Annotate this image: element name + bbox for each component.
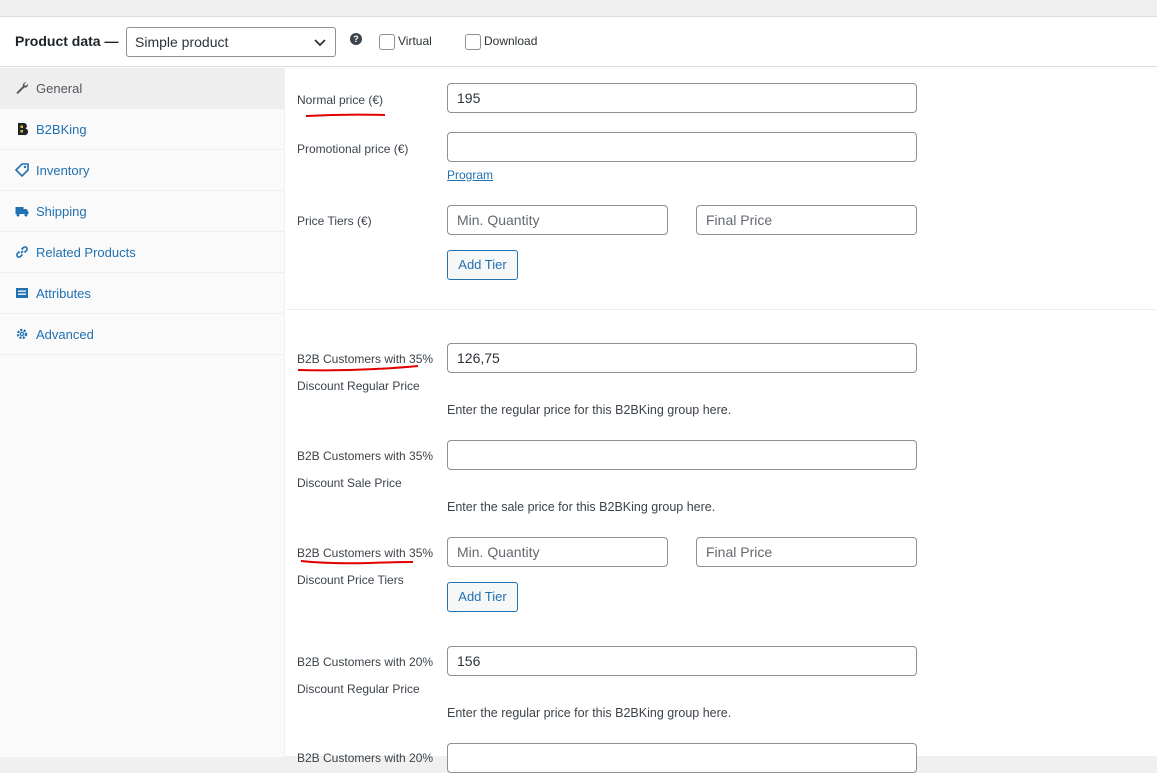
g35-regular-label-line2: Discount Regular Price	[297, 379, 420, 393]
add-tier-button[interactable]: Add Tier	[447, 250, 518, 280]
g35-tier-final-price-input[interactable]: Final Price	[696, 537, 917, 567]
tab-shipping-label: Shipping	[36, 204, 87, 219]
tab-attributes[interactable]: Attributes	[0, 273, 285, 314]
general-options: Normal price (€) 195 Promotional price (…	[286, 68, 1157, 773]
red-underline	[300, 560, 414, 565]
tier-final-price-input[interactable]: Final Price	[696, 205, 917, 235]
g35-sale-label-line2: Discount Sale Price	[297, 476, 402, 490]
tab-advanced-label: Advanced	[36, 327, 94, 342]
price-tiers-label: Price Tiers (€)	[297, 214, 372, 228]
product-type-select[interactable]: Simple product	[126, 27, 336, 57]
list-icon	[16, 288, 28, 298]
tab-general[interactable]: General	[0, 68, 285, 109]
min-quantity-placeholder: Min. Quantity	[457, 212, 540, 228]
g35-tier-min-quantity-input[interactable]: Min. Quantity	[447, 537, 668, 567]
virtual-label: Virtual	[398, 34, 432, 48]
schedule-link[interactable]: Program	[447, 168, 493, 182]
tab-shipping[interactable]: Shipping	[0, 191, 285, 232]
truck-icon	[15, 207, 29, 217]
g20-sale-label-line1: B2B Customers with 20%	[297, 751, 434, 765]
tab-advanced[interactable]: Advanced	[0, 314, 285, 355]
link-icon	[16, 246, 28, 258]
g35-regular-price-value: 126,75	[457, 350, 500, 366]
top-strip	[0, 0, 1157, 16]
tab-inventory-label: Inventory	[36, 163, 90, 178]
regular-price-help-2: Enter the regular price for this B2BKing…	[447, 706, 732, 720]
g35-sale-price-input[interactable]	[447, 440, 917, 470]
g35-sale-label-line1: B2B Customers with 35%	[297, 449, 434, 463]
normal-price-value: 195	[457, 90, 481, 106]
min-quantity-placeholder: Min. Quantity	[457, 544, 540, 560]
regular-price-help: Enter the regular price for this B2BKing…	[447, 403, 732, 417]
g35-add-tier-button[interactable]: Add Tier	[447, 582, 518, 612]
panel-title: Product data —	[15, 33, 119, 49]
tab-inventory[interactable]: Inventory	[0, 150, 285, 191]
product-data-header: Product data — Simple product ? Virtual …	[0, 17, 1157, 67]
final-price-placeholder: Final Price	[706, 212, 773, 228]
tab-general-label: General	[36, 81, 83, 96]
g20-regular-price-input[interactable]: 156	[447, 646, 917, 676]
g20-regular-label-line2: Discount Regular Price	[297, 682, 420, 696]
product-data-tabs: General B2BKing Inventory Shipping Relat…	[0, 68, 285, 757]
chevron-down-icon	[314, 39, 326, 47]
red-underline	[297, 365, 419, 372]
b2bking-icon	[18, 123, 29, 136]
g35-regular-label-line1: B2B Customers with 35%	[297, 352, 434, 366]
gear-icon	[16, 328, 28, 340]
red-underline	[305, 113, 386, 117]
product-type-value: Simple product	[135, 34, 229, 50]
tab-attributes-label: Attributes	[36, 286, 91, 301]
help-icon[interactable]: ?	[350, 33, 362, 45]
tab-b2bking-label: B2BKing	[36, 122, 87, 137]
g20-sale-price-input[interactable]	[447, 743, 917, 773]
tab-related-products[interactable]: Related Products	[0, 232, 285, 273]
promo-price-input[interactable]	[447, 132, 917, 162]
promo-price-label: Promotional price (€)	[297, 142, 409, 156]
g35-tiers-label-line2: Discount Price Tiers	[297, 573, 404, 587]
tab-b2bking[interactable]: B2BKing	[0, 109, 285, 150]
final-price-placeholder: Final Price	[706, 544, 773, 560]
tab-related-products-label: Related Products	[36, 245, 136, 260]
g35-regular-price-input[interactable]: 126,75	[447, 343, 917, 373]
normal-price-label: Normal price (€)	[297, 93, 384, 107]
section-divider	[286, 309, 1157, 310]
product-data-panel: Product data — Simple product ? Virtual …	[0, 16, 1157, 773]
wrench-icon	[16, 82, 28, 94]
virtual-checkbox[interactable]	[379, 34, 395, 50]
download-checkbox[interactable]	[465, 34, 481, 50]
tag-icon	[15, 163, 29, 177]
tier-min-quantity-input[interactable]: Min. Quantity	[447, 205, 668, 235]
g20-regular-label-line1: B2B Customers with 20%	[297, 655, 434, 669]
download-label: Download	[484, 34, 538, 48]
normal-price-input[interactable]: 195	[447, 83, 917, 113]
sale-price-help: Enter the sale price for this B2BKing gr…	[447, 500, 716, 514]
g20-regular-price-value: 156	[457, 653, 481, 669]
